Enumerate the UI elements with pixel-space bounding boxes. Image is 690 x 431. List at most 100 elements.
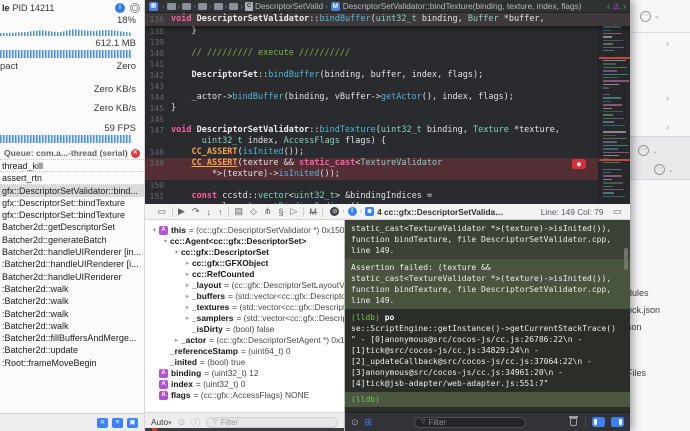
filter-crashed-threads-icon[interactable]: ✕: [97, 417, 108, 428]
variable-row[interactable]: _referenceStamp = (uint64_t) 0: [145, 346, 344, 357]
energy-gauge-row[interactable]: pact Zero: [0, 61, 144, 72]
stack-frame[interactable]: gfx::DescriptorSet::bindTexture: [0, 197, 144, 209]
variable-row[interactable]: ▸ _textures = (std::vector<cc::gfx::Descri…: [145, 302, 344, 313]
variable-row[interactable]: ▾ cc::Agent<cc::gfx::DescriptorSet>: [145, 236, 344, 247]
line-number[interactable]: 139: [145, 37, 171, 48]
code-line-error[interactable]: *>(texture)->isInited());: [145, 169, 630, 180]
disclosure-triangle-icon[interactable]: ▸: [183, 280, 192, 291]
variable-row[interactable]: Abinding = (uint32_t) 12: [145, 368, 344, 379]
stack-frame[interactable]: thread_kill: [0, 159, 144, 171]
line-number[interactable]: 142: [145, 70, 171, 81]
stack-frame[interactable]: :Root::frameMoveBegin: [0, 357, 144, 369]
disclosure-triangle-icon[interactable]: ▸: [183, 302, 192, 313]
code-line[interactable]: 138 }: [145, 26, 630, 37]
stack-frame[interactable]: :Batcher2d::handleUIRenderer [i...: [0, 258, 144, 270]
code-line[interactable]: 116 void DescriptorSetValidator::bindBuff…: [145, 13, 630, 26]
line-number[interactable]: 150: [145, 180, 171, 191]
variable-row[interactable]: ▸ _samplers = (std::vector<cc::gfx::Descri…: [145, 313, 344, 324]
quick-look-icon[interactable]: ⊙: [351, 417, 359, 428]
code-line-error[interactable]: 149 CC_ASSERT(texture && static_cast<Tex…: [145, 158, 630, 169]
breakpoint-hit-badge[interactable]: ◉: [572, 158, 586, 169]
stack-frame[interactable]: :Batcher2d::walk: [0, 295, 144, 307]
variable-row[interactable]: ▸ _buffers = (std::vector<cc::gfx::Descrip…: [145, 291, 344, 302]
console-mode-icon[interactable]: ⊞: [365, 417, 373, 428]
variables-filter-field[interactable]: ▽ Filter: [206, 416, 338, 428]
stack-frame[interactable]: Batcher2d::getDescriptorSet: [0, 221, 144, 233]
folder-icon[interactable]: [182, 2, 192, 10]
editor-minimap[interactable]: [598, 13, 630, 204]
stack-frame[interactable]: Batcher2d::generateBatch: [0, 234, 144, 246]
code-line[interactable]: 145}: [145, 103, 630, 114]
thread-queue-row[interactable]: Queue: com.a...-thread (serial) ✕: [0, 146, 144, 159]
code-line[interactable]: 151 const ccstd::vector<uint32_t> &bindi…: [145, 191, 630, 202]
variable-row[interactable]: ▾ cc::gfx::DescriptorSet: [145, 247, 344, 258]
line-number[interactable]: 148: [145, 147, 171, 158]
stack-frame[interactable]: gfx::DescriptorSet::bindTexture: [0, 209, 144, 221]
override-appearance-icon[interactable]: §: [278, 207, 283, 217]
disclosure-triangle-icon[interactable]: ▾: [161, 236, 170, 247]
thread-icon[interactable]: ‖: [347, 207, 357, 216]
code-line[interactable]: uint32_t index, AccessFlags flags) {: [145, 136, 630, 147]
line-number[interactable]: 144: [145, 92, 171, 103]
code-line[interactable]: 147 void DescriptorSetValidator::bindText…: [145, 125, 630, 136]
variable-row[interactable]: Aindex = (uint32_t) 0: [145, 379, 344, 390]
stack-frame[interactable]: :Batcher2d::fillBuffersAndMerge...: [0, 332, 144, 344]
jumpbar-file-crumb[interactable]: DescriptorSetValid: [255, 1, 323, 11]
variable-row[interactable]: ▸ cc::RefCounted: [145, 269, 344, 280]
code-line[interactable]: 146: [145, 114, 630, 125]
disclosure-triangle-icon[interactable]: ▸: [183, 291, 192, 302]
line-number[interactable]: 146: [145, 114, 171, 125]
variable-row[interactable]: ▸ _actor = (cc::gfx::DescriptorSetAgent *)…: [145, 335, 344, 346]
memory-gauge-value[interactable]: 612.1 MB: [0, 38, 144, 49]
console-filter-field[interactable]: ▽ Filter: [414, 416, 527, 428]
line-number[interactable]: 145: [145, 103, 171, 114]
related-items-icon[interactable]: ▦: [149, 1, 158, 11]
cpu-gauge-chart[interactable]: [0, 29, 132, 36]
line-number[interactable]: 151: [145, 191, 171, 202]
line-number[interactable]: [145, 136, 171, 147]
disclosure-triangle-icon[interactable]: ▸: [183, 258, 192, 269]
line-number[interactable]: [145, 169, 171, 180]
editor-only-icon[interactable]: ▭: [613, 206, 622, 217]
folder-icon[interactable]: [213, 2, 223, 10]
line-number[interactable]: 143: [145, 81, 171, 92]
thermal-state-icon[interactable]: i: [115, 2, 125, 13]
disclosure-triangle-icon[interactable]: ▸: [183, 269, 192, 280]
hide-debug-area-icon[interactable]: ▭: [158, 206, 167, 217]
stack-frame[interactable]: :Batcher2d::walk: [0, 308, 144, 320]
stack-frame[interactable]: Batcher2d::handleUIRenderer [in...: [0, 246, 144, 258]
code-line[interactable]: 148 CC_ASSERT(isInited());: [145, 147, 630, 158]
line-number[interactable]: 149: [145, 158, 171, 169]
disk-gauge-value[interactable]: Zero KB/s: [0, 84, 144, 95]
variable-row[interactable]: ▸ _layout = (cc::gfx::DescriptorSetLayoutV…: [145, 280, 344, 291]
network-gauge-value[interactable]: Zero KB/s: [0, 103, 144, 114]
code-line[interactable]: 150: [145, 180, 630, 191]
variable-row[interactable]: Aflags = (cc::gfx::AccessFlags) NONE: [145, 390, 344, 401]
previous-issue-button[interactable]: ‹: [607, 1, 610, 11]
clear-console-icon[interactable]: [569, 416, 578, 426]
console-scrollbar[interactable]: [624, 248, 628, 270]
fps-gauge-chart[interactable]: [0, 135, 132, 143]
code-line[interactable]: 139: [145, 37, 630, 48]
step-out-icon[interactable]: ↑: [218, 207, 223, 217]
environment-overrides-icon[interactable]: ⋔: [264, 206, 272, 217]
runtime-issue-icon[interactable]: ⚠: [613, 2, 620, 11]
stack-frame[interactable]: :Batcher2d::update: [0, 344, 144, 356]
line-number[interactable]: 147: [145, 125, 171, 136]
record-gauge-icon[interactable]: [130, 2, 140, 13]
disclosure-triangle-icon[interactable]: ▾: [172, 247, 181, 258]
toggle-variables-view-button[interactable]: [592, 417, 605, 427]
fps-gauge-value[interactable]: 59 FPS: [0, 123, 144, 134]
stack-frame[interactable]: assert_rtn: [0, 171, 144, 183]
disclosure-triangle-icon[interactable]: ▸: [183, 313, 192, 324]
disclosure-triangle-icon[interactable]: ▾: [150, 225, 159, 236]
folder-icon[interactable]: [198, 2, 208, 10]
toggle-console-button[interactable]: [611, 417, 624, 427]
scope-selector[interactable]: Auto▾: [151, 417, 172, 427]
disclosure-triangle-icon[interactable]: ▸: [172, 335, 181, 346]
instruction-pointer-icon[interactable]: M: [309, 207, 317, 217]
line-number[interactable]: 140: [145, 48, 171, 59]
debug-view-hierarchy-icon[interactable]: ▤: [234, 206, 243, 217]
quick-look-icon[interactable]: ⊙: [178, 417, 186, 428]
stack-frame[interactable]: gfx::DescriptorSetValidator::bind...: [0, 184, 144, 197]
